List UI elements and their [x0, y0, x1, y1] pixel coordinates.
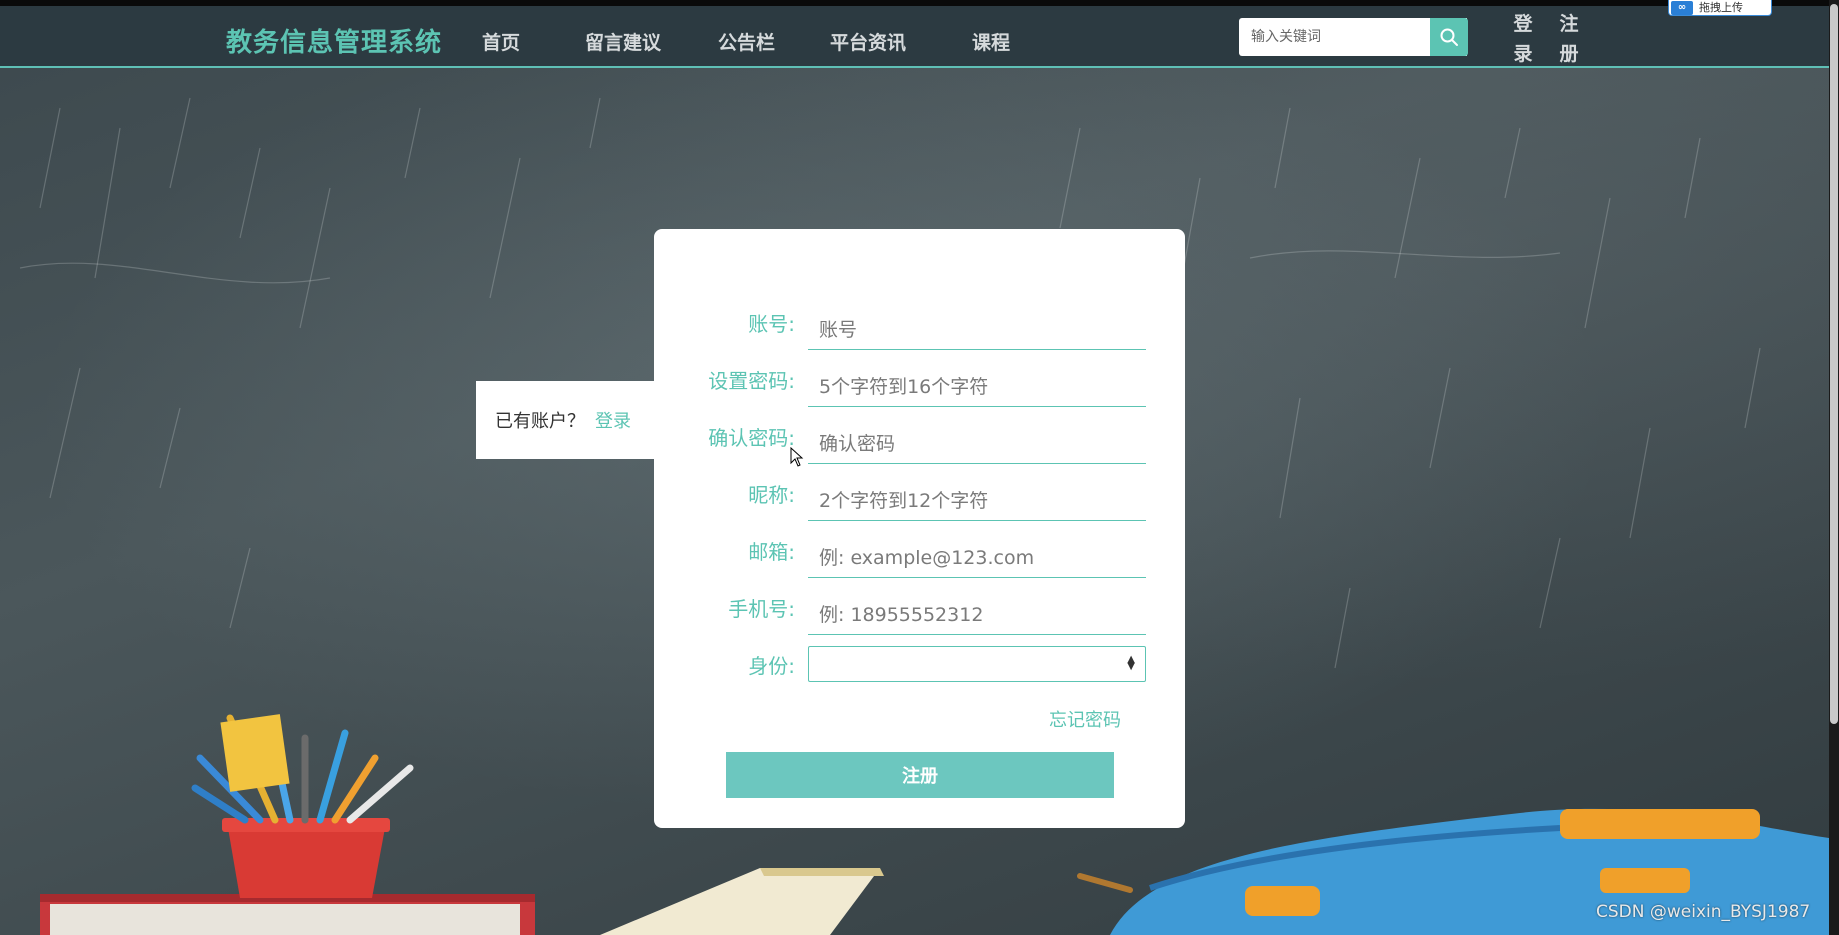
- nav-item-news[interactable]: 平台资讯: [830, 28, 906, 55]
- login-link[interactable]: 登录: [1513, 9, 1533, 69]
- nav-item-courses[interactable]: 课程: [972, 28, 1010, 55]
- form-row-password: 设置密码:: [654, 357, 1185, 407]
- email-input[interactable]: [808, 538, 1146, 578]
- field-label-email: 邮箱:: [748, 540, 795, 564]
- password-input[interactable]: [808, 367, 1146, 407]
- cloud-icon: ∞: [1671, 0, 1693, 15]
- upload-badge[interactable]: ∞ 拖拽上传: [1668, 0, 1772, 16]
- top-navbar: 教务信息管理系统 首页 留言建议 公告栏 平台资讯 课程 登录 注册: [0, 6, 1839, 68]
- forgot-password-link[interactable]: 忘记密码: [1049, 706, 1121, 732]
- form-row-role: 身份: ▲ ▼: [654, 642, 1185, 692]
- form-row-nickname: 昵称:: [654, 471, 1185, 521]
- login-prompt-text: 已有账户？: [495, 411, 585, 432]
- form-row-email: 邮箱:: [654, 528, 1185, 578]
- nickname-input[interactable]: [808, 481, 1146, 521]
- field-label-account: 账号:: [748, 312, 795, 336]
- form-row-phone: 手机号:: [654, 585, 1185, 635]
- form-row-confirm-password: 确认密码:: [654, 414, 1185, 464]
- login-prompt-link[interactable]: 登录: [595, 407, 631, 433]
- account-input[interactable]: [808, 310, 1146, 350]
- badge-label: 拖拽上传: [1699, 0, 1743, 14]
- nav-item-bulletin[interactable]: 公告栏: [718, 28, 775, 55]
- register-submit-button[interactable]: 注册: [726, 752, 1114, 798]
- app-screen: 教务信息管理系统 首页 留言建议 公告栏 平台资讯 课程 登录 注册 ∞ 拖拽上…: [0, 0, 1839, 935]
- select-arrows-icon: ▲ ▼: [1127, 654, 1135, 672]
- field-label-nickname: 昵称:: [748, 483, 795, 507]
- register-form-card: 账号: 设置密码: 确认密码: 昵称: 邮箱: 手机号: 身份: ▲▼: [654, 229, 1185, 828]
- form-row-account: 账号:: [654, 300, 1185, 350]
- mouse-cursor-icon: [790, 447, 804, 467]
- nav-item-home[interactable]: 首页: [482, 28, 520, 55]
- search-button[interactable]: [1430, 18, 1468, 56]
- register-link[interactable]: 注册: [1559, 9, 1579, 69]
- page-scrollbar[interactable]: [1829, 0, 1839, 935]
- search-icon: [1440, 28, 1458, 46]
- nav-item-feedback[interactable]: 留言建议: [585, 28, 661, 55]
- field-label-password: 设置密码:: [708, 369, 795, 393]
- field-label-role: 身份:: [748, 654, 795, 678]
- field-label-confirm-password: 确认密码:: [708, 426, 795, 450]
- watermark-text: CSDN @weixin_BYSJ1987: [1596, 902, 1811, 922]
- scrollbar-thumb[interactable]: [1830, 4, 1838, 724]
- role-select[interactable]: ▲ ▼: [808, 646, 1146, 682]
- confirm-password-input[interactable]: [808, 424, 1146, 464]
- phone-input[interactable]: [808, 595, 1146, 635]
- login-prompt-tab: 已有账户？ 登录: [476, 381, 656, 459]
- field-label-phone: 手机号:: [728, 597, 795, 621]
- site-title[interactable]: 教务信息管理系统: [226, 22, 442, 59]
